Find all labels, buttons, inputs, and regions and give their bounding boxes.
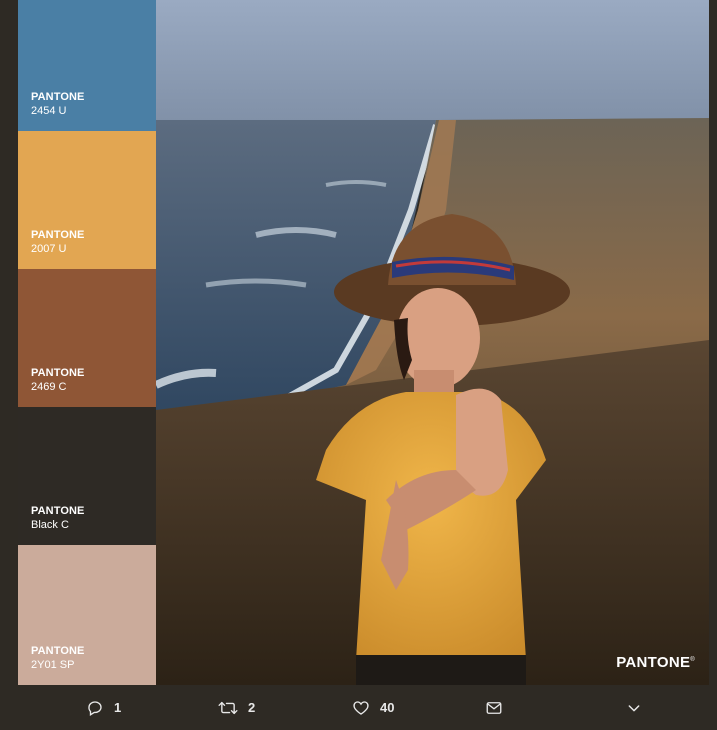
swatch-code: 2454 U	[31, 105, 67, 117]
swatch-brand: PANTONE	[31, 367, 85, 379]
swatch-2454u: PANTONE 2454 U	[18, 0, 156, 131]
swatch-code: 2469 C	[31, 381, 67, 393]
heart-icon	[352, 699, 370, 717]
swatch-black-c: PANTONE Black C	[18, 407, 156, 545]
like-count: 40	[380, 700, 395, 715]
reply-count: 1	[114, 700, 122, 715]
tweet-media[interactable]: PANTONE 2454 U PANTONE 2007 U PANTONE 24…	[18, 0, 709, 685]
retweet-button[interactable]: 2	[218, 685, 255, 730]
tweet-page: PANTONE 2454 U PANTONE 2007 U PANTONE 24…	[0, 0, 717, 730]
swatch-code: 2Y01 SP	[31, 659, 75, 671]
retweet-count: 2	[248, 700, 256, 715]
swatch-2y01sp: PANTONE 2Y01 SP	[18, 545, 156, 685]
chevron-down-icon	[626, 700, 642, 716]
envelope-icon	[485, 699, 503, 717]
swatch-2007u: PANTONE 2007 U	[18, 131, 156, 269]
photo-illustration	[156, 0, 709, 685]
more-button[interactable]	[626, 685, 642, 730]
swatch-brand: PANTONE	[31, 505, 85, 517]
swatch-brand: PANTONE	[31, 645, 85, 657]
swatch-code: Black C	[31, 519, 69, 531]
logo-text: PANTONE	[616, 654, 691, 671]
pantone-logo: PANTONE®	[616, 654, 695, 671]
reply-icon	[86, 699, 104, 717]
message-button[interactable]	[485, 685, 503, 730]
swatch-brand: PANTONE	[31, 91, 85, 103]
swatch-brand: PANTONE	[31, 229, 85, 241]
swatch-2469c: PANTONE 2469 C	[18, 269, 156, 407]
logo-registered-mark: ®	[690, 657, 695, 663]
reply-button[interactable]: 1	[86, 685, 121, 730]
photo-woman-in-hat: PANTONE®	[156, 0, 709, 685]
like-button[interactable]: 40	[352, 685, 394, 730]
tweet-action-bar: 1 2 40	[0, 685, 717, 730]
retweet-icon	[218, 699, 238, 717]
color-palette: PANTONE 2454 U PANTONE 2007 U PANTONE 24…	[18, 0, 156, 685]
swatch-code: 2007 U	[31, 243, 67, 255]
